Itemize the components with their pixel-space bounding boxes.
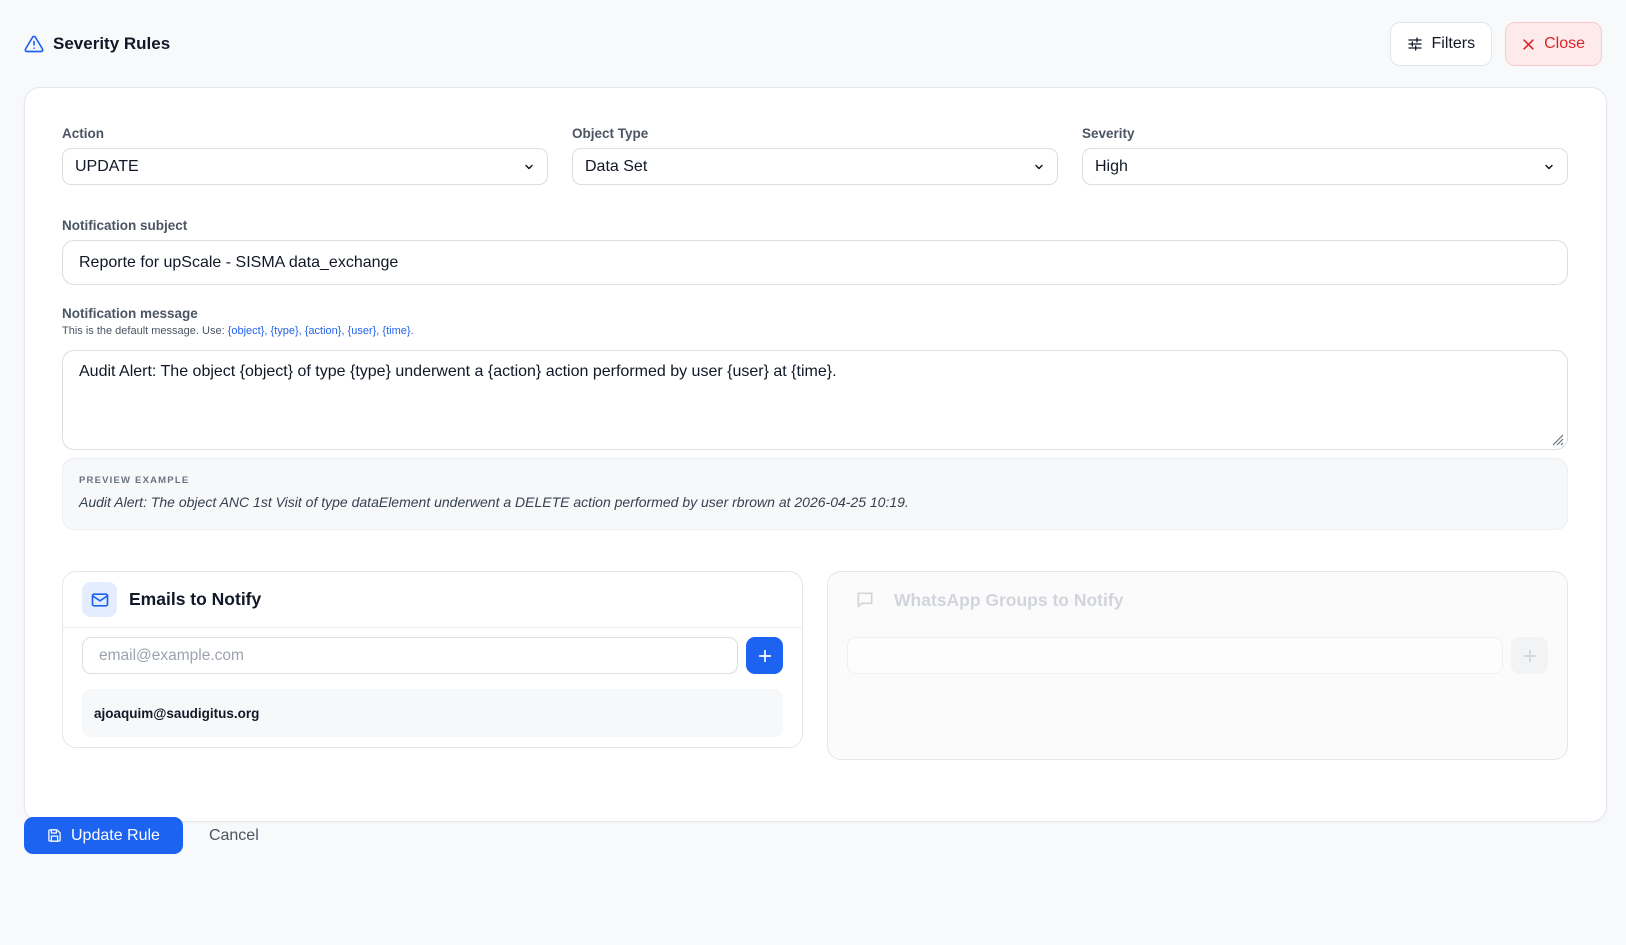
header-actions: Filters Close bbox=[1389, 22, 1602, 66]
sliders-icon bbox=[1407, 37, 1422, 51]
action-label: Action bbox=[62, 126, 104, 141]
action-value: UPDATE bbox=[75, 157, 139, 175]
email-add-row: email@example.com bbox=[63, 628, 802, 674]
add-whatsapp-button bbox=[1511, 637, 1548, 674]
message-tokens: {object}, {type}, {action}, {user}, {tim… bbox=[227, 325, 414, 337]
emails-title: Emails to Notify bbox=[129, 589, 262, 609]
email-placeholder: email@example.com bbox=[99, 646, 244, 664]
message-textarea[interactable]: Audit Alert: The object {object} of type… bbox=[62, 350, 1568, 450]
selects-row: Action UPDATE Object Type Data Set Sever… bbox=[62, 126, 1568, 185]
whatsapp-panel-header: WhatsApp Groups to Notify bbox=[828, 572, 1567, 628]
chat-icon-box bbox=[847, 583, 882, 618]
filters-button[interactable]: Filters bbox=[1389, 22, 1493, 66]
message-value: Audit Alert: The object {object} of type… bbox=[79, 363, 837, 380]
severity-select[interactable]: High bbox=[1082, 148, 1568, 185]
chat-bubble-icon bbox=[857, 592, 872, 608]
email-input[interactable]: email@example.com bbox=[82, 637, 738, 674]
severity-field: Severity High bbox=[1082, 126, 1568, 185]
mail-icon bbox=[91, 592, 108, 607]
email-address: ajoaquim@saudigitus.org bbox=[94, 705, 260, 721]
close-icon bbox=[1523, 38, 1534, 50]
object-type-value: Data Set bbox=[585, 157, 648, 175]
whatsapp-panel: WhatsApp Groups to Notify bbox=[827, 571, 1568, 760]
preview-text: Audit Alert: The object ANC 1st Visit of… bbox=[79, 494, 909, 510]
message-label: Notification message bbox=[62, 306, 198, 321]
object-type-select[interactable]: Data Set bbox=[572, 148, 1058, 185]
email-list-item: ajoaquim@saudigitus.org bbox=[82, 689, 783, 737]
severity-label: Severity bbox=[1082, 126, 1135, 141]
plus-icon bbox=[1523, 649, 1536, 662]
save-icon bbox=[48, 829, 61, 842]
rule-form-card: Action UPDATE Object Type Data Set Sever… bbox=[24, 87, 1607, 822]
subject-label: Notification subject bbox=[62, 218, 188, 233]
subject-section: Notification subject Reporte for upScale… bbox=[62, 218, 1568, 285]
action-select[interactable]: UPDATE bbox=[62, 148, 548, 185]
update-rule-label: Update Rule bbox=[71, 826, 160, 844]
page-title: Severity Rules bbox=[53, 34, 171, 53]
whatsapp-input bbox=[847, 637, 1503, 674]
whatsapp-title: WhatsApp Groups to Notify bbox=[894, 589, 1124, 610]
object-type-field: Object Type Data Set bbox=[572, 126, 1058, 185]
page-header: Severity Rules Filters Close bbox=[24, 22, 1602, 66]
object-type-label: Object Type bbox=[572, 126, 649, 141]
chevron-down-icon bbox=[525, 164, 533, 169]
warning-triangle-icon bbox=[24, 35, 44, 53]
close-label: Close bbox=[1544, 35, 1585, 52]
subject-value: Reporte for upScale - SISMA data_exchang… bbox=[79, 253, 399, 271]
severity-value: High bbox=[1095, 157, 1128, 175]
action-field: Action UPDATE bbox=[62, 126, 548, 185]
chevron-down-icon bbox=[1035, 164, 1043, 169]
emails-panel: Emails to Notify email@example.com ajoaq… bbox=[62, 571, 803, 748]
mail-icon-box bbox=[82, 582, 117, 617]
message-hint: This is the default message. Use: {objec… bbox=[62, 325, 1568, 337]
plus-icon bbox=[758, 649, 771, 662]
subject-input[interactable]: Reporte for upScale - SISMA data_exchang… bbox=[62, 240, 1568, 285]
close-button[interactable]: Close bbox=[1505, 22, 1602, 66]
message-section: Notification message This is the default… bbox=[62, 306, 1568, 530]
whatsapp-add-row bbox=[828, 628, 1567, 674]
message-hint-text: This is the default message. Use: bbox=[62, 325, 228, 337]
cancel-button[interactable]: Cancel bbox=[209, 827, 259, 845]
resize-handle-icon[interactable] bbox=[1552, 434, 1564, 446]
notify-row: Emails to Notify email@example.com ajoaq… bbox=[62, 571, 1568, 760]
chevron-down-icon bbox=[1545, 164, 1553, 169]
preview-box: PREVIEW EXAMPLE Audit Alert: The object … bbox=[62, 458, 1568, 530]
update-rule-button[interactable]: Update Rule bbox=[24, 817, 183, 854]
title-wrap: Severity Rules bbox=[24, 34, 170, 54]
filters-label: Filters bbox=[1431, 35, 1476, 52]
add-email-button[interactable] bbox=[746, 637, 783, 674]
form-footer: Update Rule Cancel bbox=[24, 817, 259, 854]
emails-panel-header: Emails to Notify bbox=[63, 572, 802, 628]
preview-label: PREVIEW EXAMPLE bbox=[79, 475, 190, 486]
